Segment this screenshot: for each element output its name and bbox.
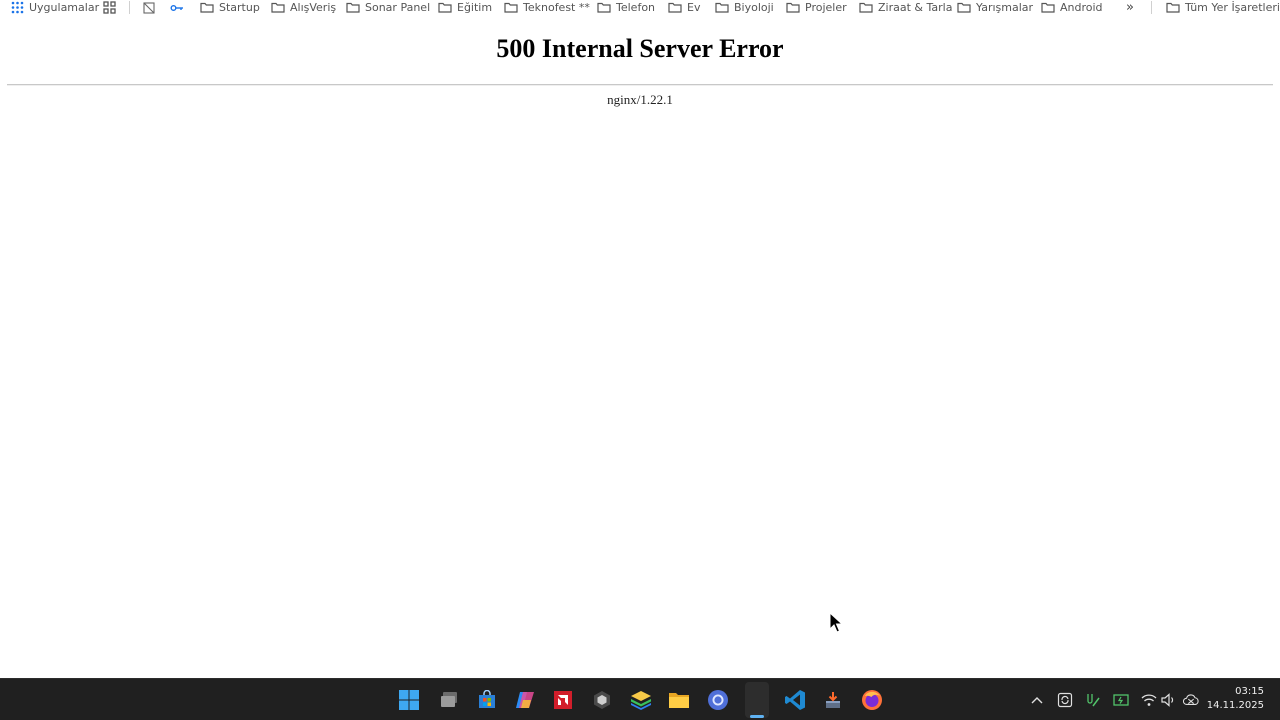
- broken-image-icon: [143, 1, 155, 14]
- bookmark-label: Startup: [219, 1, 260, 14]
- bookmark-folder-teknofest[interactable]: Teknofest **: [504, 0, 590, 15]
- bookmark-folder-projeler[interactable]: Projeler: [786, 0, 847, 15]
- amd-software-icon[interactable]: [550, 687, 576, 713]
- start-icon[interactable]: [396, 687, 422, 713]
- installer-icon[interactable]: [820, 687, 846, 713]
- apps-grid-icon: [11, 1, 24, 14]
- apps-label: Uygulamalar: [29, 1, 100, 14]
- active-app-highlight: [745, 682, 769, 718]
- page-title: 500 Internal Server Error: [496, 34, 784, 63]
- folder-icon: [438, 2, 452, 13]
- bookmark-no-image[interactable]: [143, 0, 155, 15]
- bookmark-folder-sonar-panel[interactable]: Sonar Panel: [346, 0, 430, 15]
- bookmark-folder-biyoloji[interactable]: Biyoloji: [715, 0, 774, 15]
- folder-icon: [1166, 2, 1180, 13]
- bookmark-folder-alisveris[interactable]: AlışVeriş: [271, 0, 336, 15]
- bookmarks-divider: [1151, 1, 1152, 14]
- all-bookmarks-label: Tüm Yer İşaretleri: [1185, 1, 1280, 14]
- folder-icon: [668, 2, 682, 13]
- folder-icon: [715, 2, 729, 13]
- bookmark-folder-startup[interactable]: Startup: [200, 0, 260, 15]
- clock-date: 14.11.2025: [1206, 700, 1264, 711]
- sync-icon[interactable]: [1057, 692, 1073, 708]
- bookmarks-divider: [129, 1, 130, 14]
- bookmark-label: Biyoloji: [734, 1, 774, 14]
- bookmark-folder-yarismalar[interactable]: Yarışmalar: [957, 0, 1033, 15]
- volume-icon[interactable]: [1161, 692, 1177, 708]
- folder-icon: [597, 2, 611, 13]
- folder-icon: [859, 2, 873, 13]
- bookmark-grid[interactable]: [103, 0, 116, 15]
- bookmark-label: AlışVeriş: [290, 1, 337, 14]
- apps-shortcut[interactable]: Uygulamalar: [11, 0, 99, 15]
- unity-icon[interactable]: [589, 687, 615, 713]
- copilot-icon[interactable]: [512, 687, 538, 713]
- chrome-icon[interactable]: [705, 687, 731, 713]
- cloud-off-icon[interactable]: [1183, 692, 1199, 708]
- wifi-icon[interactable]: [1141, 692, 1157, 708]
- server-signature: nginx/1.22.1: [607, 92, 673, 107]
- folder-icon: [504, 2, 518, 13]
- chevron-up-icon[interactable]: [1029, 692, 1045, 708]
- folder-icon: [786, 2, 800, 13]
- pen-icon[interactable]: [1085, 692, 1101, 708]
- bookmark-label: Android: [1060, 1, 1103, 14]
- battery-icon[interactable]: [1113, 692, 1129, 708]
- key-icon: [170, 3, 184, 13]
- bookmark-label: Telefon: [616, 1, 656, 14]
- vscode-icon[interactable]: [782, 687, 808, 713]
- all-bookmarks-button[interactable]: Tüm Yer İşaretleri: [1166, 0, 1280, 15]
- folder-icon: [957, 2, 971, 13]
- folder-icon: [271, 2, 285, 13]
- file-explorer-icon[interactable]: [666, 687, 692, 713]
- firefox-icon[interactable]: [859, 687, 885, 713]
- bookmark-label: Teknofest **: [523, 1, 590, 14]
- system-clock[interactable]: 03:15 14.11.2025: [1207, 685, 1264, 713]
- folder-icon: [200, 2, 214, 13]
- bookmark-label: Ziraat & Tarla: [878, 1, 953, 14]
- bluestacks-icon[interactable]: [628, 687, 654, 713]
- double-chevron-icon: »: [1126, 0, 1134, 15]
- bookmark-folder-telefon[interactable]: Telefon: [597, 0, 655, 15]
- bookmark-key[interactable]: [170, 0, 184, 15]
- bookmark-folder-android[interactable]: Android: [1041, 0, 1103, 15]
- grid-icon: [103, 1, 116, 14]
- bookmark-folder-egitim[interactable]: Eğitim: [438, 0, 492, 15]
- bookmark-folder-ev[interactable]: Ev: [668, 0, 700, 15]
- bookmark-label: Ev: [687, 1, 701, 14]
- bookmark-folder-ziraat-tarla[interactable]: Ziraat & Tarla: [859, 0, 952, 15]
- bookmark-label: Eğitim: [457, 1, 493, 14]
- bookmark-label: Yarışmalar: [976, 1, 1034, 14]
- folder-icon: [346, 2, 360, 13]
- bookmarks-overflow-button[interactable]: »: [1126, 0, 1134, 15]
- horizontal-divider: [7, 84, 1273, 86]
- active-app-indicator: [750, 715, 764, 718]
- taskbar: 03:15 14.11.2025: [0, 678, 1280, 720]
- clock-time: 03:15: [1235, 686, 1264, 697]
- bookmark-label: Sonar Panel: [365, 1, 431, 14]
- bookmark-label: Projeler: [805, 1, 847, 14]
- bookmarks-bar: Uygulamalar Startup AlışVeriş Sonar Pane…: [0, 0, 1280, 15]
- mouse-cursor-icon: [829, 611, 844, 639]
- folder-icon: [1041, 2, 1055, 13]
- store-icon[interactable]: [474, 687, 500, 713]
- task-view-icon[interactable]: [436, 687, 462, 713]
